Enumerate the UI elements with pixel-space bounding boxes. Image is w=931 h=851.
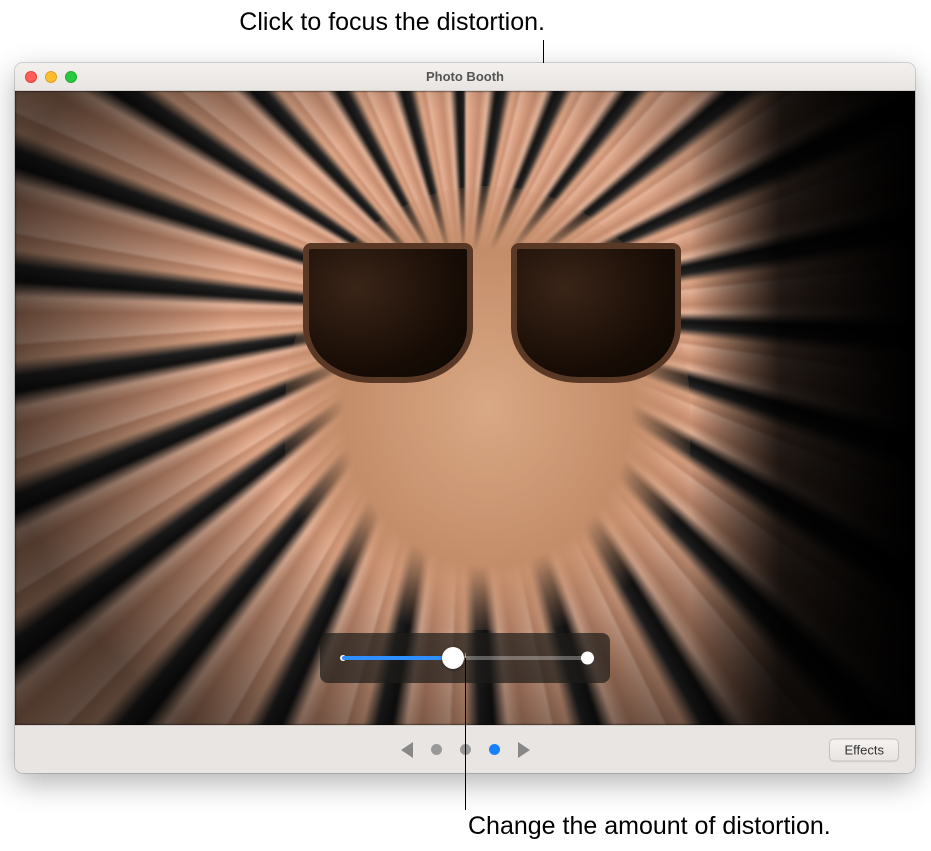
pager-dot-3[interactable] [489, 744, 500, 755]
close-icon[interactable] [25, 71, 37, 83]
pager-next-icon[interactable] [518, 742, 530, 758]
slider-max-icon [581, 652, 594, 665]
effects-button[interactable]: Effects [829, 738, 899, 761]
camera-preview[interactable] [15, 91, 915, 725]
distortion-vignette [15, 91, 915, 725]
slider-thumb[interactable] [442, 647, 464, 669]
pager-dot-1[interactable] [431, 744, 442, 755]
zoom-icon[interactable] [65, 71, 77, 83]
slider-fill [342, 656, 453, 660]
window-controls [25, 71, 77, 83]
pager-previous-icon[interactable] [401, 742, 413, 758]
callout-bottom-line [465, 658, 466, 810]
minimize-icon[interactable] [45, 71, 57, 83]
callout-bottom-text: Change the amount of distortion. [468, 812, 831, 841]
callout-top-text: Click to focus the distortion. [175, 8, 545, 37]
window-title: Photo Booth [15, 69, 915, 84]
window-titlebar: Photo Booth [15, 63, 915, 91]
